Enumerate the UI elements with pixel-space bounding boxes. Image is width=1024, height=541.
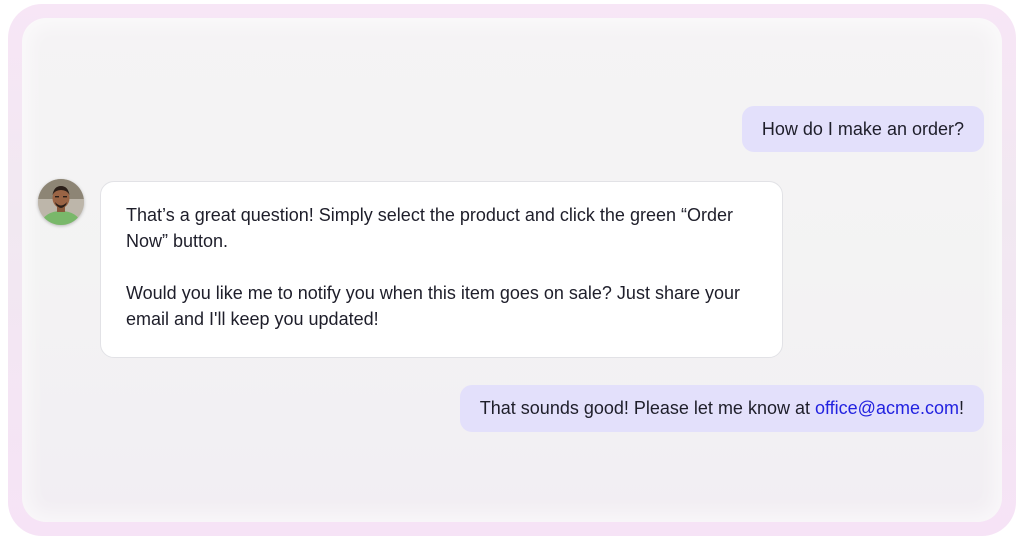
chat-frame: How do I make an order? That’s a great q… — [8, 4, 1016, 536]
avatar-image — [38, 179, 84, 225]
bot-message-bubble: That’s a great question! Simply select t… — [100, 181, 783, 358]
user-message-text: How do I make an order? — [761, 119, 964, 139]
user-message-bubble: How do I make an order? — [741, 106, 984, 152]
person-avatar-icon — [38, 179, 84, 225]
bot-message-paragraph: Would you like me to notify you when thi… — [126, 283, 740, 329]
user-message-text: That sounds good! Please let me know at — [479, 398, 815, 418]
email-link[interactable]: office@acme.com — [815, 398, 959, 418]
user-message-bubble: That sounds good! Please let me know at … — [459, 385, 984, 432]
bot-message-paragraph: That’s a great question! Simply select t… — [126, 205, 733, 251]
user-message-text: ! — [958, 398, 964, 418]
